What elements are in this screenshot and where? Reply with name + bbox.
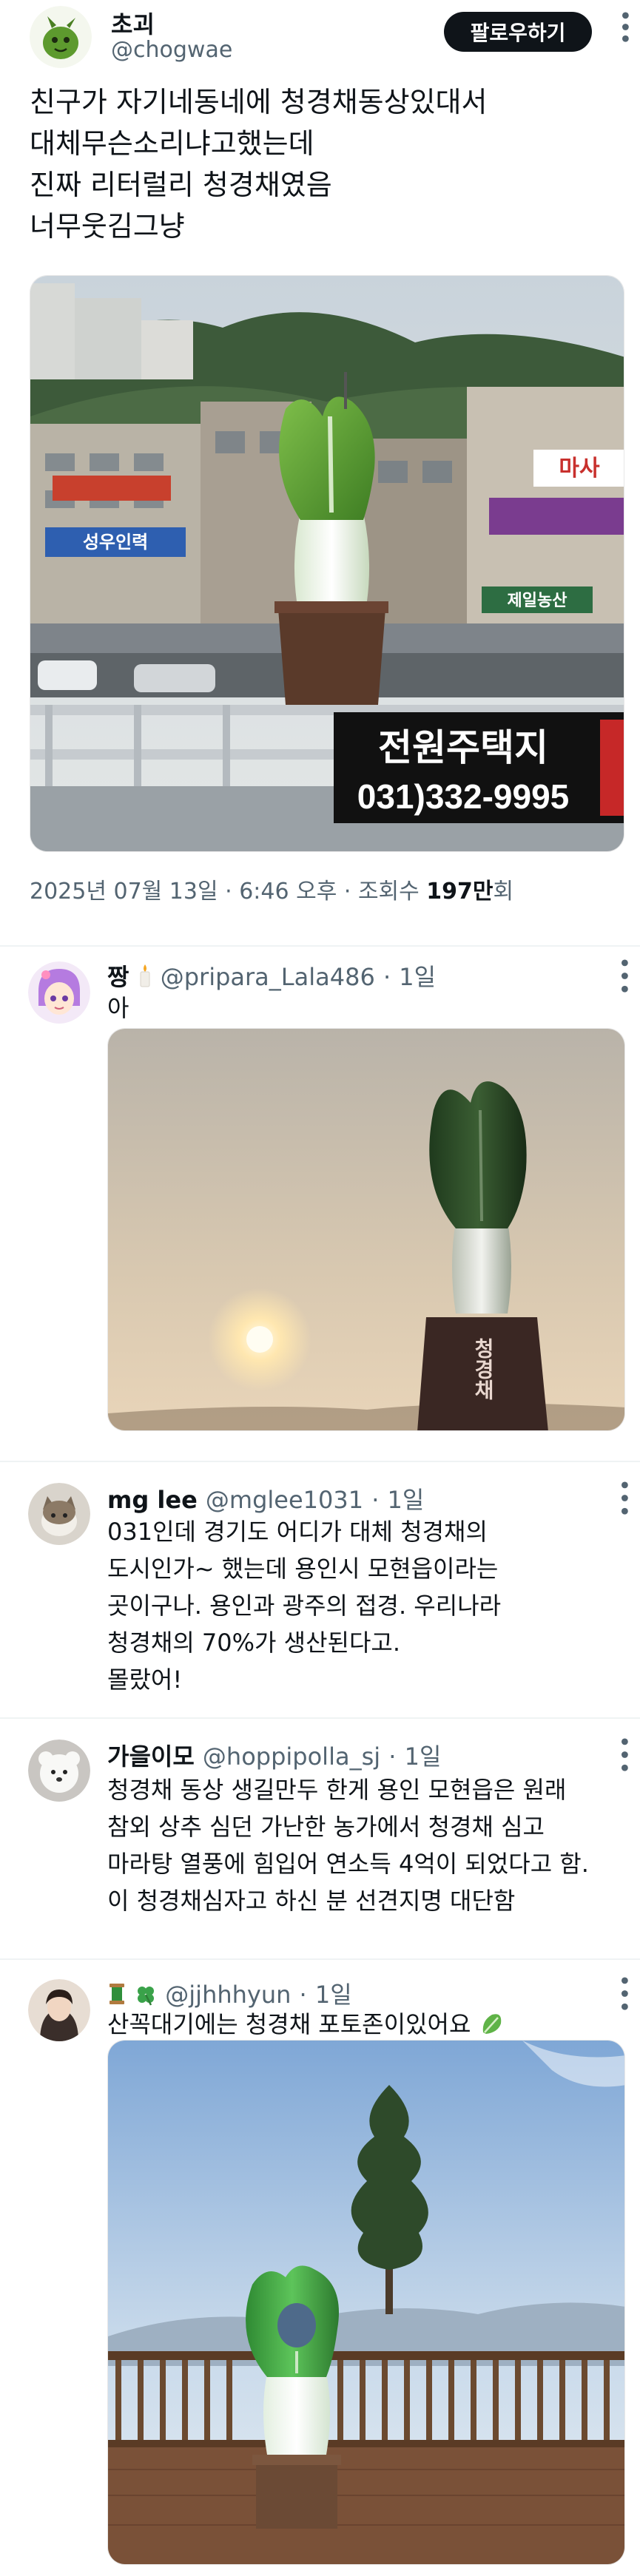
reply-text: 아	[107, 994, 129, 1022]
author-handle[interactable]: @chogwae	[111, 37, 232, 63]
more-icon[interactable]: •••	[610, 1735, 636, 1774]
author-name[interactable]: 초괴	[111, 6, 155, 40]
reply-text-line: 산꼭대기에는 청경채 포토존이있어요	[107, 2010, 471, 2038]
tweet-date[interactable]: 2025년 07월 13일	[30, 879, 218, 905]
reply-avatar[interactable]	[28, 1740, 90, 1802]
reply-time[interactable]: 1일	[315, 1981, 352, 2009]
reply-text-line: 도시인가~ 했는데 용인시 모현읍이라는	[107, 1555, 499, 1583]
tweet-text-line: 대체무슨소리냐고했는데	[30, 127, 314, 160]
clover-emoji	[135, 1981, 165, 2009]
reply-text-line: 이 청경채심자고 하신 분 선견지명 대단함	[107, 1887, 516, 1915]
follow-button[interactable]: 팔로우하기	[444, 12, 592, 52]
views-label: 조회수	[357, 879, 420, 905]
reply-avatar[interactable]	[28, 1483, 90, 1545]
reply-header: 가을이모 @hoppipolla_sj · 1일	[107, 1742, 442, 1771]
divider	[0, 945, 640, 947]
reply-author-handle[interactable]: @jjhhhyun	[165, 1981, 291, 2009]
more-icon[interactable]: •••	[611, 9, 637, 44]
shop-sign-text: 제일농산	[508, 591, 567, 609]
shop-sign-text: 마사	[559, 456, 600, 481]
tweet-time[interactable]: 6:46 오후	[239, 879, 337, 905]
banner-text: 전원주택지	[378, 727, 548, 768]
tweet-text: 친구가 자기네동네에 청경채동상있대서 대체무슨소리냐고했는데 진짜 리터럴리 …	[30, 81, 614, 247]
tweet-text-line: 너무웃김그냥	[30, 210, 185, 243]
reply-author-handle[interactable]: @pripara_Lala486	[161, 963, 375, 991]
reply-photo[interactable]	[107, 2040, 625, 2565]
author-avatar[interactable]	[30, 6, 92, 68]
divider	[0, 1717, 640, 1719]
reply-text-line: 청경채의 70%가 생산된다고.	[107, 1629, 401, 1657]
reply-header: 짱 @pripara_Lala486 · 1일	[107, 963, 437, 991]
pillar-text: 청경채	[472, 1338, 495, 1400]
tweet-text-line: 진짜 리터럴리 청경채였음	[30, 169, 332, 201]
reply-time[interactable]: 1일	[405, 1742, 442, 1771]
divider	[0, 1958, 640, 1960]
reply-time[interactable]: 1일	[388, 1486, 425, 1514]
reply-author-name[interactable]: mg lee	[107, 1486, 198, 1514]
more-icon[interactable]: •••	[610, 1478, 636, 1518]
divider	[0, 1461, 640, 1462]
shop-sign-text: 성우인력	[83, 533, 148, 552]
reply-author-handle[interactable]: @hoppipolla_sj	[203, 1742, 380, 1771]
views-suffix: 회	[493, 879, 514, 905]
reply-text-line: 031인데 경기도 어디가 대체 청경채의	[107, 1518, 488, 1546]
views-count: 197만	[426, 879, 494, 905]
reply-text: 031인데 경기도 어디가 대체 청경채의 도시인가~ 했는데 용인시 모현읍이…	[107, 1513, 501, 1698]
reply-text-line: 참외 상추 심던 가난한 농가에서 청경채 심고	[107, 1813, 545, 1841]
tweet-photo[interactable]: 성우인력 마사 제일농산 전원주택지 031)332-9995	[30, 275, 624, 852]
tweet-text-line: 친구가 자기네동네에 청경채동상있대서	[30, 86, 488, 118]
reply-photo[interactable]: 청경채	[107, 1028, 625, 1431]
banner-phone: 031)332-9995	[357, 777, 569, 816]
reply-text-line: 마라탕 열풍에 힘입어 연소득 4억이 되었다고 함.	[107, 1850, 589, 1878]
reply-header: mg lee @mglee1031 · 1일	[107, 1486, 425, 1514]
thread-spool-emoji	[107, 1981, 135, 2009]
reply-author-handle[interactable]: @mglee1031	[206, 1486, 363, 1514]
reply-text-line: 몰랐어!	[107, 1666, 183, 1694]
reply-text: 산꼭대기에는 청경채 포토존이있어요	[107, 2006, 505, 2043]
leafy-green-emoji	[479, 2010, 505, 2038]
reply-text-line: 곳이구나. 용인과 광주의 접경. 우리나라	[107, 1592, 502, 1620]
reply-avatar[interactable]	[28, 1979, 90, 2041]
reply-author-name[interactable]: 가을이모	[107, 1742, 195, 1771]
reply-author-name[interactable]: 짱	[107, 963, 129, 991]
more-icon[interactable]: •••	[610, 956, 636, 995]
reply-text-line: 청경채 동상 생길만두 한게 용인 모현읍은 원래	[107, 1776, 567, 1804]
reply-time[interactable]: 1일	[399, 963, 436, 991]
more-icon[interactable]: •••	[610, 1974, 636, 2013]
candle-emoji	[138, 963, 161, 991]
tweet-meta: 2025년 07월 13일 · 6:46 오후 · 조회수 197만회	[30, 879, 514, 905]
reply-text: 청경채 동상 생길만두 한게 용인 모현읍은 원래 참외 상추 심던 가난한 농…	[107, 1771, 589, 1919]
reply-avatar[interactable]	[28, 961, 90, 1024]
